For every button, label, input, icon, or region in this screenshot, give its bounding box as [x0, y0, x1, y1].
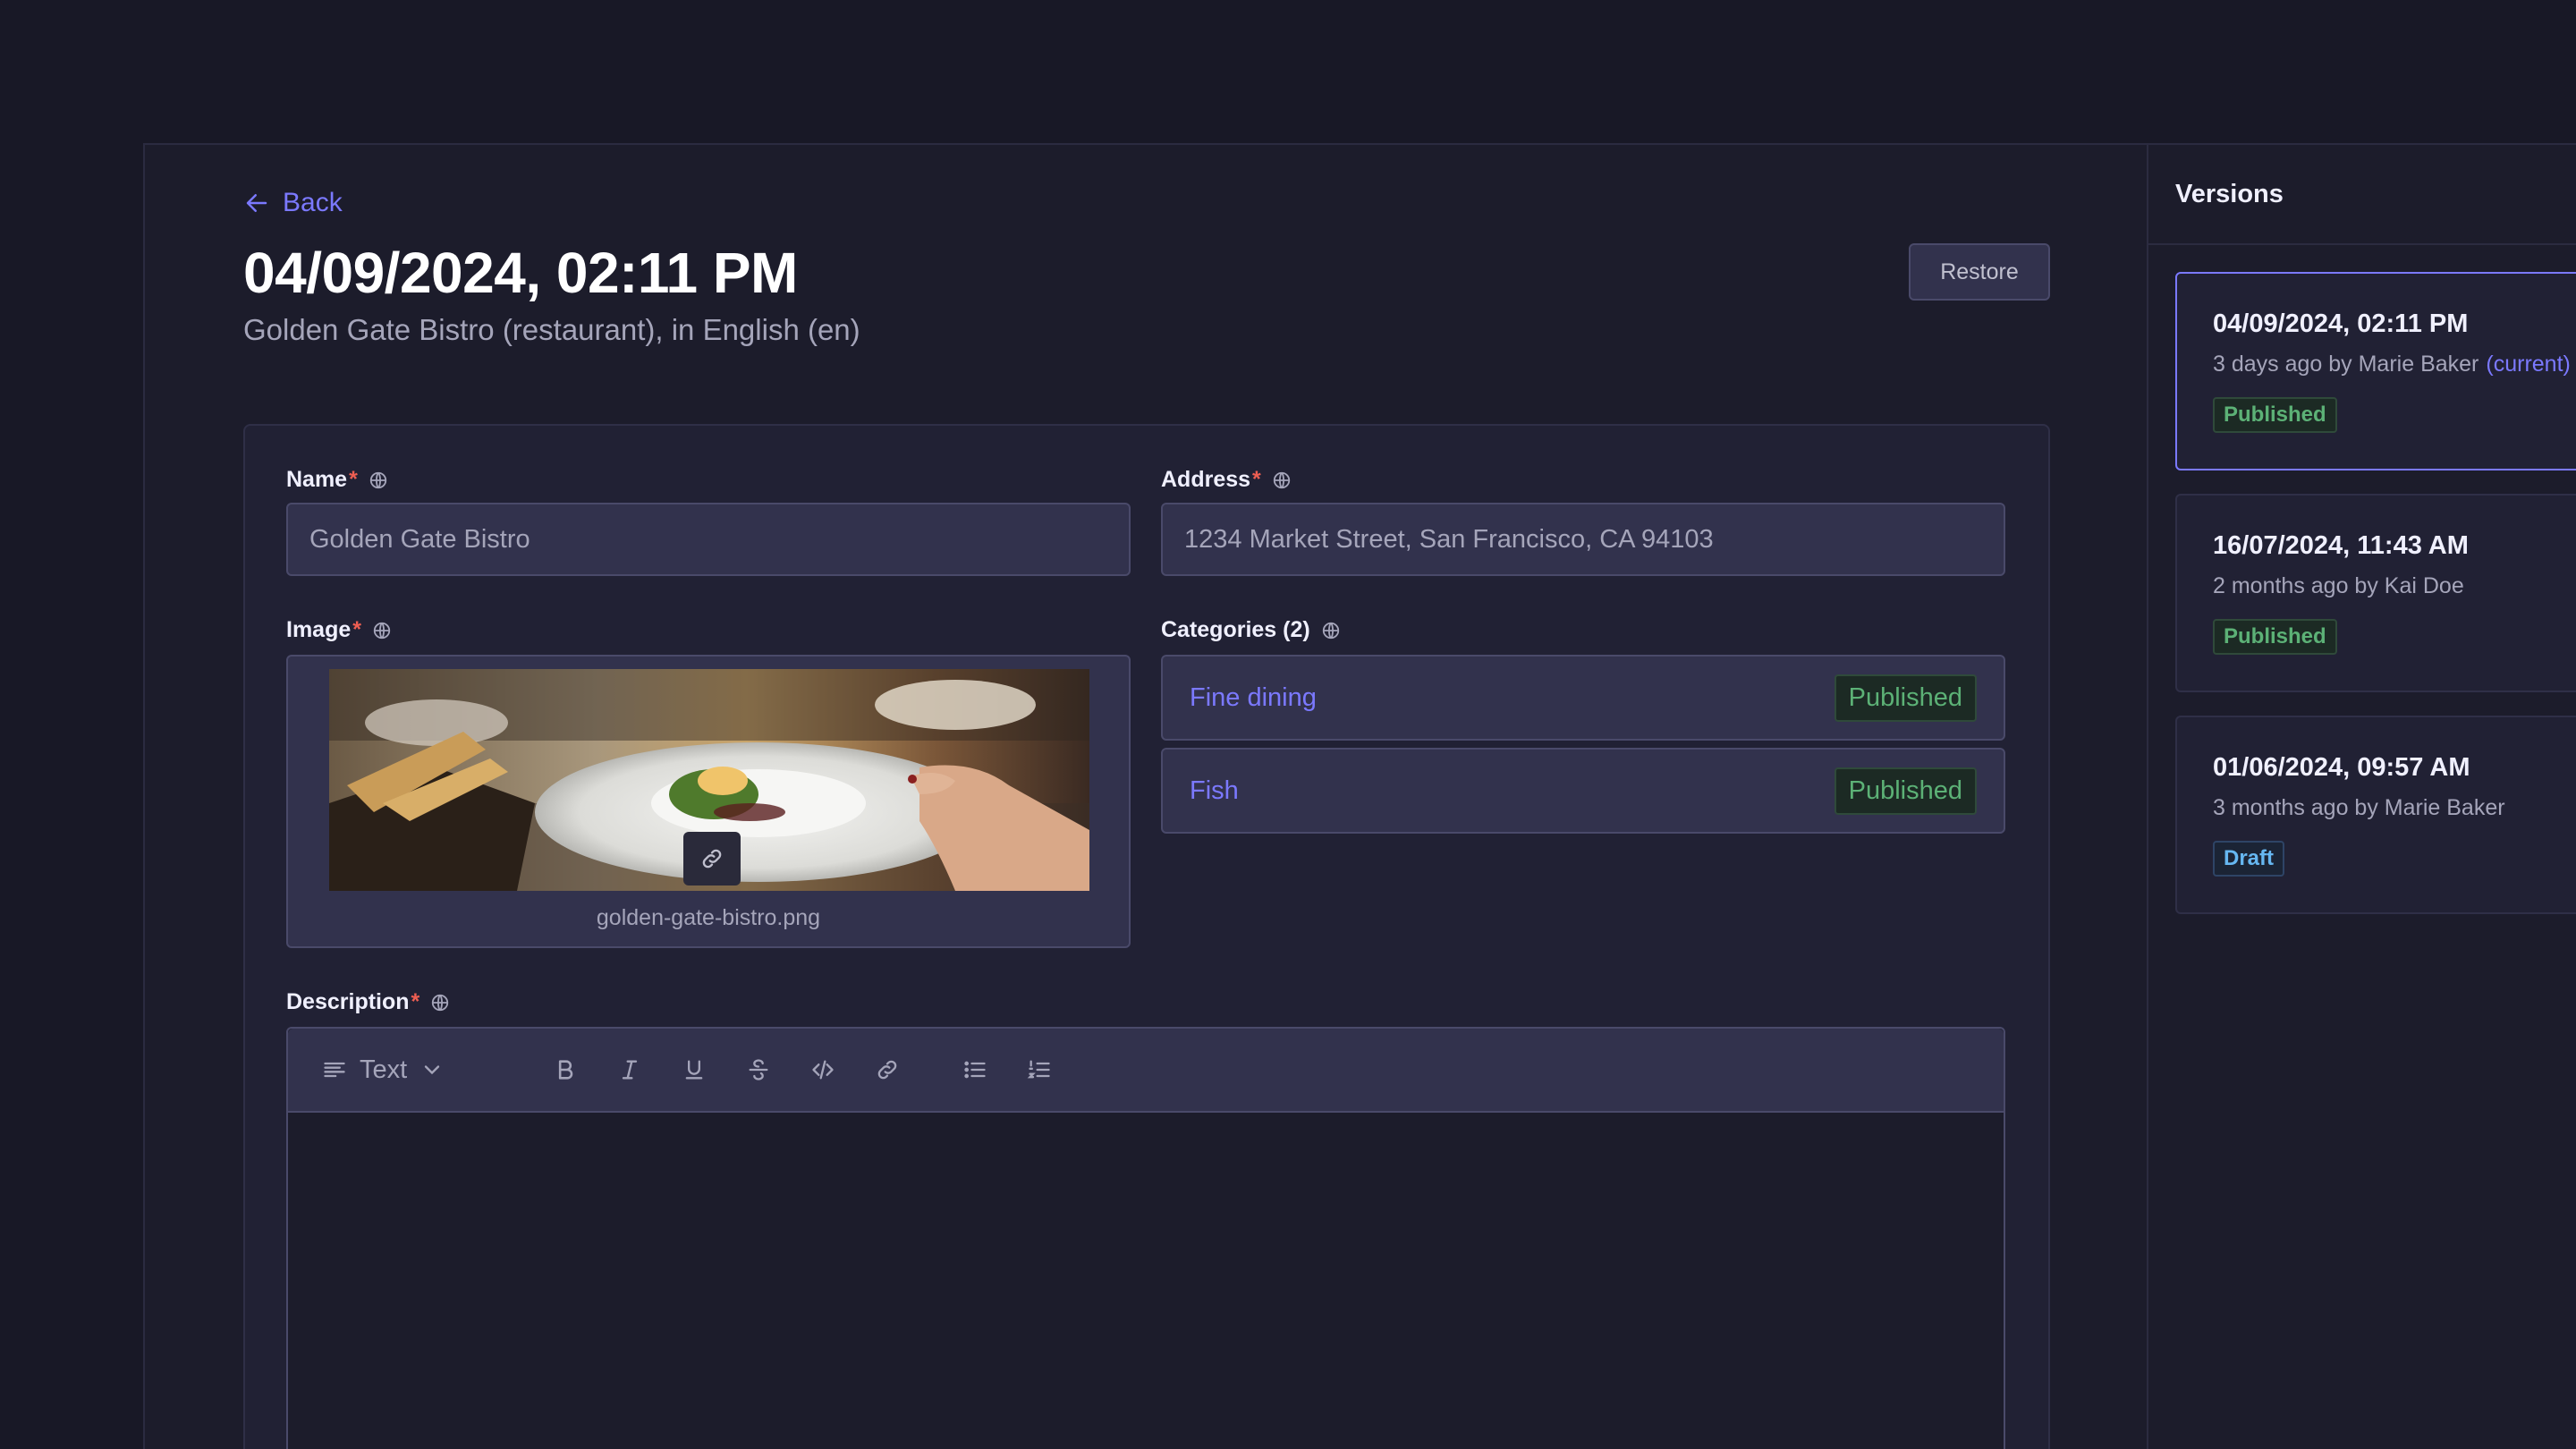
strikethrough-button[interactable] — [726, 1043, 791, 1097]
page-subtitle: Golden Gate Bistro (restaurant), in Engl… — [243, 313, 860, 346]
status-badge: Published — [2213, 397, 2337, 433]
category-name[interactable]: Fine dining — [1190, 683, 1317, 713]
bulleted-list-icon — [964, 1061, 986, 1079]
back-link[interactable]: Back — [243, 188, 343, 218]
version-date: 01/06/2024, 09:57 AM — [2213, 753, 2470, 782]
version-date: 04/09/2024, 02:11 PM — [2213, 309, 2469, 338]
versions-title: Versions — [2148, 145, 2576, 245]
category-item[interactable]: Fish Published — [1161, 748, 2005, 834]
link-button[interactable] — [855, 1043, 919, 1097]
editor-content[interactable] — [288, 1113, 2004, 1449]
globe-icon — [1322, 622, 1339, 639]
block-type-label: Text — [360, 1055, 408, 1084]
version-meta: 3 months ago by Marie Baker — [2213, 795, 2505, 820]
status-badge: Draft — [2213, 841, 2285, 877]
bold-button[interactable] — [533, 1043, 597, 1097]
required-marker: * — [411, 989, 420, 1014]
underline-button[interactable] — [662, 1043, 726, 1097]
app-window: Back 04/09/2024, 02:11 PM Golden Gate Bi… — [143, 143, 2576, 1449]
main-content: Back 04/09/2024, 02:11 PM Golden Gate Bi… — [145, 145, 2147, 1449]
category-item[interactable]: Fine dining Published — [1161, 655, 2005, 741]
image-label: Image * — [286, 617, 392, 643]
strikethrough-icon — [749, 1059, 768, 1080]
status-badge: Published — [1834, 767, 1977, 815]
status-badge: Published — [1834, 674, 1977, 722]
rich-text-editor: Text — [286, 1027, 2005, 1449]
link-icon — [877, 1060, 897, 1080]
underline-icon — [685, 1060, 703, 1080]
name-label: Name * — [286, 467, 388, 493]
version-item[interactable]: 04/09/2024, 02:11 PM 3 days ago by Marie… — [2175, 272, 2576, 470]
link-icon — [702, 849, 722, 869]
globe-icon — [369, 471, 386, 488]
block-type-select[interactable]: Text — [322, 1055, 533, 1085]
copy-link-button[interactable] — [683, 832, 741, 886]
bulleted-list-button[interactable] — [943, 1043, 1007, 1097]
back-label: Back — [283, 188, 343, 217]
required-marker: * — [349, 467, 358, 492]
italic-icon — [622, 1060, 638, 1080]
arrow-left-icon — [246, 194, 267, 212]
italic-button[interactable] — [597, 1043, 662, 1097]
address-field[interactable]: 1234 Market Street, San Francisco, CA 94… — [1161, 503, 2005, 576]
numbered-list-icon — [1027, 1060, 1050, 1079]
name-field[interactable]: Golden Gate Bistro — [286, 503, 1131, 576]
versions-sidebar: Versions 04/09/2024, 02:11 PM 3 days ago… — [2147, 145, 2576, 1449]
chevron-down-icon — [425, 1065, 440, 1075]
editor-toolbar: Text — [288, 1029, 2004, 1113]
code-button[interactable] — [791, 1043, 855, 1097]
content-form: Name * Golden Gate Bistro Address * 1234 M… — [243, 424, 2050, 1449]
image-field[interactable]: golden-gate-bistro.png — [286, 655, 1131, 948]
address-label: Address * — [1161, 467, 1292, 493]
required-marker: * — [1252, 467, 1261, 492]
status-badge: Published — [2213, 619, 2337, 655]
version-item[interactable]: 16/07/2024, 11:43 AM 2 months ago by Kai… — [2175, 494, 2576, 692]
numbered-list-button[interactable] — [1007, 1043, 1072, 1097]
globe-icon — [1273, 471, 1290, 488]
version-meta: 3 days ago by Marie Baker (current) — [2213, 352, 2571, 377]
page-title: 04/09/2024, 02:11 PM — [243, 241, 798, 305]
description-label: Description * — [286, 989, 450, 1015]
code-icon — [812, 1060, 834, 1080]
version-date: 16/07/2024, 11:43 AM — [2213, 531, 2469, 560]
required-marker: * — [352, 617, 361, 642]
version-item[interactable]: 01/06/2024, 09:57 AM 3 months ago by Mar… — [2175, 716, 2576, 914]
restore-button[interactable]: Restore — [1909, 243, 2050, 301]
paragraph-icon — [324, 1062, 345, 1078]
version-meta: 2 months ago by Kai Doe — [2213, 573, 2464, 598]
globe-icon — [432, 994, 449, 1011]
current-marker: (current) — [2486, 352, 2571, 377]
bold-icon — [558, 1060, 573, 1080]
image-filename: golden-gate-bistro.png — [596, 905, 821, 930]
globe-icon — [373, 622, 391, 639]
category-name[interactable]: Fish — [1190, 776, 1239, 806]
categories-label: Categories (2) — [1161, 617, 1341, 643]
